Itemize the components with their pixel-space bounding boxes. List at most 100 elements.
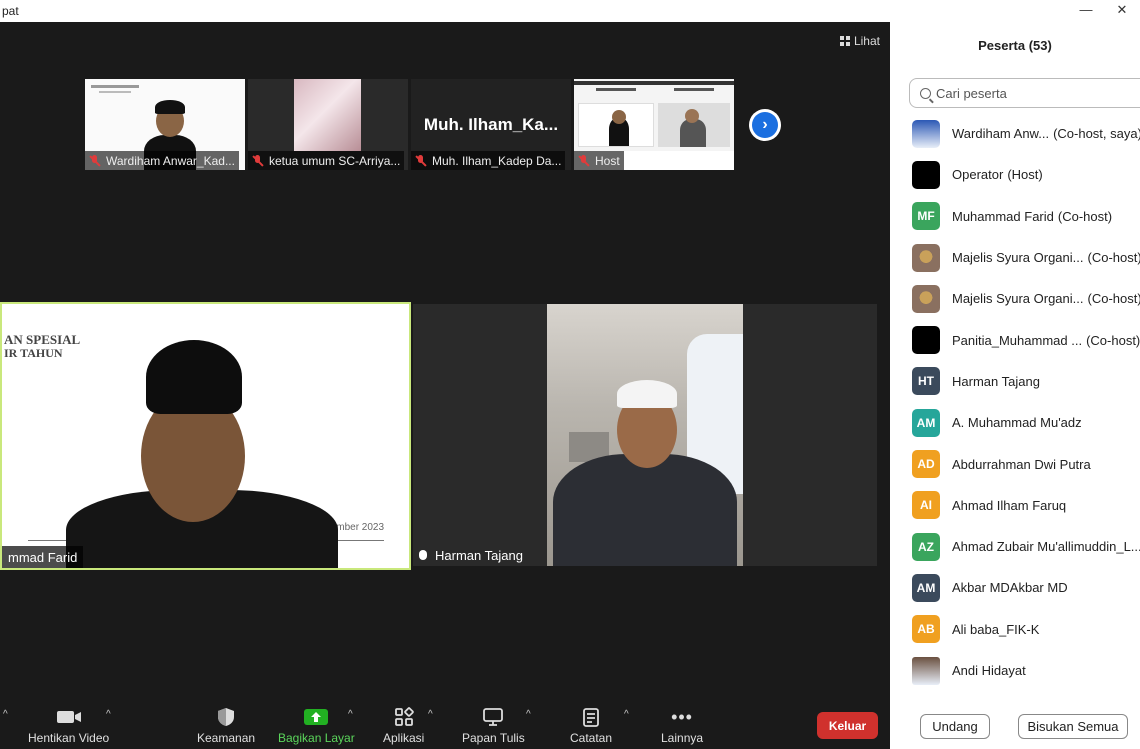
- mic-muted-icon: [89, 154, 101, 167]
- participant-role: (Co-host): [1087, 250, 1140, 266]
- participant-search[interactable]: [909, 78, 1140, 108]
- invite-button[interactable]: Undang: [920, 714, 990, 739]
- participant-avatar: AM: [912, 408, 940, 437]
- minimize-button[interactable]: —: [1068, 0, 1104, 22]
- notes-button[interactable]: Catatan: [570, 706, 612, 745]
- participant-name: Abdurrahman Dwi Putra: [952, 456, 1091, 472]
- participant-avatar: [912, 326, 940, 355]
- participant-list: Wardiham Anw... (Co-host, saya) Operator (H…: [890, 113, 1140, 697]
- share-screen-icon: [304, 706, 329, 728]
- grid-view-icon: [839, 36, 850, 46]
- participant-avatar: AI: [912, 491, 940, 520]
- participant-row[interactable]: HT Harman Tajang: [890, 361, 1140, 402]
- participant-avatar: AM: [912, 573, 940, 602]
- participant-name: Akbar MDAkbar MD: [952, 580, 1068, 596]
- participant-name-label: Muh. Ilham_Kadep Da...: [411, 151, 566, 170]
- participant-row[interactable]: AD Abdurrahman Dwi Putra: [890, 443, 1140, 484]
- participant-name: Ali baba_FIK-K: [952, 621, 1040, 637]
- participants-panel: Peserta (53) Wardiham Anw...(Co-host, sa…: [890, 22, 1140, 749]
- whiteboard-button[interactable]: Papan Tulis: [462, 706, 525, 745]
- shared-screen-preview: [574, 79, 734, 151]
- video-tile[interactable]: Harman Tajang: [413, 304, 877, 566]
- participant-row[interactable]: AM A. Muhammad Mu'adz: [890, 402, 1140, 443]
- video-options-caret[interactable]: ^: [106, 709, 111, 720]
- participant-name: Operator: [952, 167, 1004, 183]
- video-camera-icon: [56, 706, 82, 728]
- shield-icon: [217, 706, 235, 728]
- participant-avatar: [912, 243, 940, 272]
- participant-name: Panitia_Muhammad ...: [952, 332, 1083, 348]
- search-icon: [920, 87, 931, 99]
- participant-row[interactable]: Wardiham Anw... (Co-host, saya): [890, 113, 1140, 154]
- panel-title: Peserta (53): [978, 38, 1052, 53]
- participant-row[interactable]: Panitia_Muhammad ... (Co-host): [890, 319, 1140, 360]
- chevron-right-icon: ›: [752, 112, 778, 138]
- security-button[interactable]: Keamanan: [197, 706, 255, 745]
- notes-icon: [582, 706, 600, 728]
- participant-name: Majelis Syura Organi...: [952, 250, 1084, 266]
- participant-role: (Host): [1007, 167, 1043, 183]
- participant-avatar: AZ: [912, 532, 940, 561]
- participant-row[interactable]: AZ Ahmad Zubair Mu'allimuddin_L...: [890, 526, 1140, 567]
- participant-name-label: ketua umum SC-Arriya...: [248, 151, 405, 170]
- whiteboard-icon: [482, 706, 504, 728]
- view-button[interactable]: Lihat: [839, 34, 880, 48]
- video-thumbnail[interactable]: Wardiham Anwar_Kad...: [85, 79, 245, 170]
- participant-name-label: Harman Tajang: [413, 544, 529, 566]
- participant-avatar: MF: [912, 202, 940, 231]
- participant-display-name: Muh. Ilham_Ka...: [423, 115, 559, 134]
- next-page-button[interactable]: ›: [749, 109, 781, 141]
- ellipsis-icon: •••: [671, 706, 693, 727]
- whiteboard-options-caret[interactable]: ^: [526, 709, 531, 720]
- participant-name: Ahmad Ilham Faruq: [952, 497, 1067, 513]
- meeting-stage: Lihat Wardiham Anwar_Kad... ketua umum S…: [0, 22, 890, 702]
- search-input[interactable]: [936, 85, 1136, 101]
- participant-name: A. Muhammad Mu'adz: [952, 415, 1082, 431]
- stop-video-button[interactable]: Hentikan Video: [28, 706, 109, 745]
- active-speaker-tile[interactable]: AN SPESIAL IR TAHUN 27 Desember 2023 mma…: [0, 302, 411, 570]
- zoom-meeting-window: pat — ✕ Lihat Wardiham Anwar_Kad... ketu…: [0, 0, 1140, 749]
- leave-meeting-button[interactable]: Keluar: [817, 712, 878, 739]
- participant-role: (Co-host): [1086, 332, 1140, 348]
- participant-row[interactable]: Majelis Syura Organi... (Co-host): [890, 278, 1140, 319]
- mic-active-icon: [419, 550, 427, 560]
- mic-muted-icon: [252, 154, 264, 167]
- more-button[interactable]: ••• Lainnya: [661, 706, 703, 746]
- participant-name-label: Wardiham Anwar_Kad...: [85, 151, 239, 170]
- window-title: pat: [2, 4, 19, 18]
- participant-name: Wardiham Anw...: [952, 126, 1050, 142]
- participant-avatar: AB: [912, 615, 940, 644]
- participant-name: Majelis Syura Organi...: [952, 291, 1084, 307]
- participant-video: [294, 79, 361, 151]
- share-screen-button[interactable]: Bagikan Layar: [278, 706, 355, 745]
- participant-row[interactable]: Operator (Host): [890, 154, 1140, 195]
- participant-row[interactable]: AI Ahmad Ilham Faruq: [890, 485, 1140, 526]
- apps-button[interactable]: Aplikasi: [383, 706, 424, 745]
- participant-name-label: Host: [574, 151, 624, 170]
- mute-all-button[interactable]: Bisukan Semua: [1018, 714, 1128, 739]
- apps-options-caret[interactable]: ^: [428, 709, 433, 720]
- participant-row[interactable]: MF Muhammad Farid (Co-host): [890, 196, 1140, 237]
- participant-video: [547, 304, 743, 566]
- share-options-caret[interactable]: ^: [348, 709, 353, 720]
- participant-row[interactable]: AB Ali baba_FIK-K: [890, 609, 1140, 650]
- participant-avatar: [912, 160, 940, 189]
- meeting-toolbar: ^ Hentikan Video ^ Keamanan Bagikan Laya…: [0, 702, 890, 749]
- notes-options-caret[interactable]: ^: [624, 709, 629, 720]
- participant-name: Harman Tajang: [952, 373, 1040, 389]
- participant-name: Andi Hidayat: [952, 663, 1026, 678]
- participant-video: [66, 340, 338, 568]
- participant-row[interactable]: Majelis Syura Organi... (Co-host): [890, 237, 1140, 278]
- participant-row[interactable]: AM Akbar MDAkbar MD: [890, 567, 1140, 608]
- participant-row[interactable]: Andi Hidayat: [890, 650, 1140, 691]
- audio-options-caret[interactable]: ^: [3, 709, 8, 720]
- participant-name: Ahmad Zubair Mu'allimuddin_L...: [952, 539, 1140, 555]
- participant-role: (Co-host): [1087, 291, 1140, 307]
- video-thumbnail[interactable]: ketua umum SC-Arriya...: [248, 79, 408, 170]
- close-button[interactable]: ✕: [1104, 0, 1140, 22]
- video-thumbnail[interactable]: Muh. Ilham_Ka... Muh. Ilham_Kadep Da...: [411, 79, 571, 170]
- participant-avatar: [912, 656, 940, 685]
- participant-role: (Co-host): [1057, 208, 1113, 224]
- video-thumbnail[interactable]: Host: [574, 79, 734, 170]
- panel-footer: Undang Bisukan Semua: [890, 714, 1140, 740]
